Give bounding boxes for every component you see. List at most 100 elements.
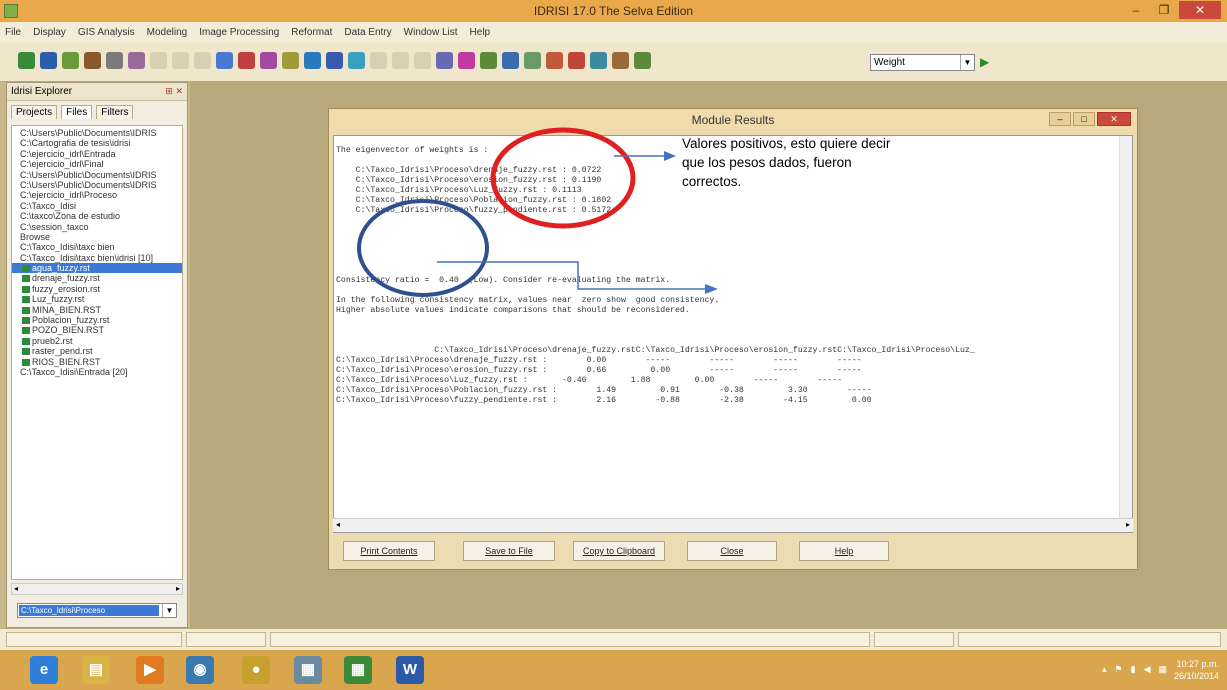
close-results-button[interactable]: Close [687, 541, 777, 561]
toolbar-tool-icon[interactable] [348, 52, 365, 69]
menu-window-list[interactable]: Window List [403, 27, 459, 38]
toolbar-tool-icon[interactable] [238, 52, 255, 69]
tree-folder-item[interactable]: C:\Users\Public\Documents\IDRIS [12, 128, 182, 138]
toolbar-tool-icon[interactable] [128, 52, 145, 69]
scroll-right-icon[interactable]: ▸ [1126, 520, 1130, 529]
menu-gis-analysis[interactable]: GIS Analysis [77, 27, 136, 38]
toolbar-tool-icon[interactable] [84, 52, 101, 69]
toolbar-tool-icon[interactable] [282, 52, 299, 69]
tree-folder-item[interactable]: C:\Users\Public\Documents\IDRIS [12, 170, 182, 180]
toolbar-tool-icon[interactable] [568, 52, 585, 69]
tree-folder-item[interactable]: C:\ejercicio_idrl\Final [12, 159, 182, 169]
explorer-horizontal-scrollbar[interactable]: ◂ ▸ [11, 583, 183, 595]
tray-arrow-icon[interactable]: ▴ [1102, 664, 1107, 675]
close-button[interactable]: ✕ [1179, 1, 1221, 19]
toolbar-tool-icon[interactable] [634, 52, 651, 69]
toolbar-tool-icon[interactable] [370, 52, 387, 69]
menu-image-processing[interactable]: Image Processing [198, 27, 280, 38]
module-close-button[interactable]: ✕ [1097, 112, 1131, 126]
tree-file-item[interactable]: Luz_fuzzy.rst [12, 294, 182, 304]
tray-network-icon[interactable]: ▮ [1131, 664, 1136, 675]
menu-modeling[interactable]: Modeling [146, 27, 189, 38]
tree-folder-item[interactable]: C:\ejercicio_idrl\Proceso [12, 190, 182, 200]
toolbar-tool-icon[interactable] [502, 52, 519, 69]
tree-folder-item[interactable]: C:\Cartografia de tesis\idrisi [12, 138, 182, 148]
scroll-left-icon[interactable]: ◂ [336, 520, 340, 529]
taskbar-ie-icon[interactable]: e [30, 656, 58, 684]
taskbar-media-icon[interactable]: ▶ [136, 656, 164, 684]
tree-folder-item[interactable]: C:\Users\Public\Documents\IDRIS [12, 180, 182, 190]
taskbar-idrisi-icon[interactable]: ▦ [344, 656, 372, 684]
tree-folder-item[interactable]: C:\Taxco_Idisi [12, 201, 182, 211]
tree-file-item[interactable]: MINA_BIEN.RST [12, 305, 182, 315]
tree-file-item[interactable]: POZO_BIEN.RST [12, 325, 182, 335]
tree-folder-item[interactable]: C:\session_taxco [12, 222, 182, 232]
toolbar-tool-icon[interactable] [62, 52, 79, 69]
results-vertical-scrollbar[interactable] [1119, 136, 1132, 518]
copy-to-clipboard-button[interactable]: Copy to Clipboard [573, 541, 665, 561]
toolbar-tool-icon[interactable] [436, 52, 453, 69]
toolbar-tool-icon[interactable] [524, 52, 541, 69]
chevron-down-icon[interactable]: ▼ [162, 604, 176, 617]
toolbar-tool-icon[interactable] [590, 52, 607, 69]
maximize-button[interactable]: ❐ [1151, 1, 1177, 19]
explorer-close-icon[interactable]: ⊞ ✕ [165, 86, 183, 97]
help-button[interactable]: Help [799, 541, 889, 561]
toolbar-tool-icon[interactable] [326, 52, 343, 69]
tray-volume-icon[interactable]: ◀ [1144, 664, 1151, 675]
tree-folder-item[interactable]: C:\Taxco_Idisi\Entrada [20] [12, 367, 182, 377]
toolbar-tool-icon[interactable] [480, 52, 497, 69]
module-results-text[interactable]: The eigenvector of weights is : C:\Taxco… [333, 135, 1133, 533]
toolbar-tool-icon[interactable] [40, 52, 57, 69]
toolbar-tool-icon[interactable] [194, 52, 211, 69]
menu-help[interactable]: Help [469, 27, 492, 38]
menu-reformat[interactable]: Reformat [290, 27, 333, 38]
tree-folder-item[interactable]: C:\Taxco_Idisi\taxc bien\idrisi [10] [12, 253, 182, 263]
print-contents-button[interactable]: Print Contents [343, 541, 435, 561]
taskbar-app-icon[interactable]: ◉ [186, 656, 214, 684]
toolbar-tool-icon[interactable] [458, 52, 475, 69]
toolbar-tool-icon[interactable] [216, 52, 233, 69]
tray-keyboard-icon[interactable]: ▦ [1158, 664, 1167, 675]
toolbar-tool-icon[interactable] [304, 52, 321, 69]
tab-files[interactable]: Files [61, 105, 93, 119]
tree-folder-item[interactable]: C:\ejercicio_idrl\Entrada [12, 149, 182, 159]
explorer-folder-combo[interactable]: C:\Taxco_Idrisi\Proceso ▼ [17, 603, 177, 618]
toolbar-tool-icon[interactable] [106, 52, 123, 69]
taskbar-word-icon[interactable]: W [396, 656, 424, 684]
scroll-right-icon[interactable]: ▸ [176, 584, 180, 593]
toolbar-tool-icon[interactable] [414, 52, 431, 69]
toolbar-tool-icon[interactable] [172, 52, 189, 69]
save-to-file-button[interactable]: Save to File [463, 541, 555, 561]
tab-filters[interactable]: Filters [96, 105, 134, 119]
taskbar-chrome-icon[interactable]: ● [242, 656, 270, 684]
tab-projects[interactable]: Projects [11, 105, 58, 119]
menu-display[interactable]: Display [32, 27, 67, 38]
tree-folder-item[interactable]: Browse [12, 232, 182, 242]
toolbar-tool-icon[interactable] [392, 52, 409, 69]
taskbar-app-icon[interactable]: ▦ [294, 656, 322, 684]
taskbar-clock[interactable]: 10:27 p.m. 26/10/2014 [1174, 658, 1219, 682]
weight-select[interactable]: Weight ▼ [870, 54, 975, 71]
scroll-left-icon[interactable]: ◂ [14, 584, 18, 593]
tree-file-item[interactable]: fuzzy_erosion.rst [12, 284, 182, 294]
toolbar-tool-icon[interactable] [612, 52, 629, 69]
tree-file-item[interactable]: RIOS_BIEN.RST [12, 357, 182, 367]
minimize-button[interactable]: – [1123, 1, 1149, 19]
go-arrow-icon[interactable]: ▶ [980, 55, 989, 69]
toolbar-tool-icon[interactable] [18, 52, 35, 69]
results-horizontal-scrollbar[interactable]: ◂ ▸ [333, 518, 1133, 532]
tree-folder-item[interactable]: C:\Taxco_Idisi\taxc bien [12, 242, 182, 252]
menu-file[interactable]: File [4, 27, 22, 38]
tree-file-item[interactable]: Poblacion_fuzzy.rst [12, 315, 182, 325]
tree-file-item[interactable]: raster_pend.rst [12, 346, 182, 356]
tray-flag-icon[interactable]: ⚑ [1115, 664, 1123, 675]
taskbar-explorer-icon[interactable]: ▤ [82, 656, 110, 684]
module-minimize-button[interactable]: – [1049, 112, 1071, 126]
module-maximize-button[interactable]: □ [1073, 112, 1095, 126]
tree-file-item[interactable]: drenaje_fuzzy.rst [12, 273, 182, 283]
toolbar-tool-icon[interactable] [260, 52, 277, 69]
menu-data-entry[interactable]: Data Entry [343, 27, 392, 38]
toolbar-tool-icon[interactable] [150, 52, 167, 69]
chevron-down-icon[interactable]: ▼ [960, 55, 974, 70]
